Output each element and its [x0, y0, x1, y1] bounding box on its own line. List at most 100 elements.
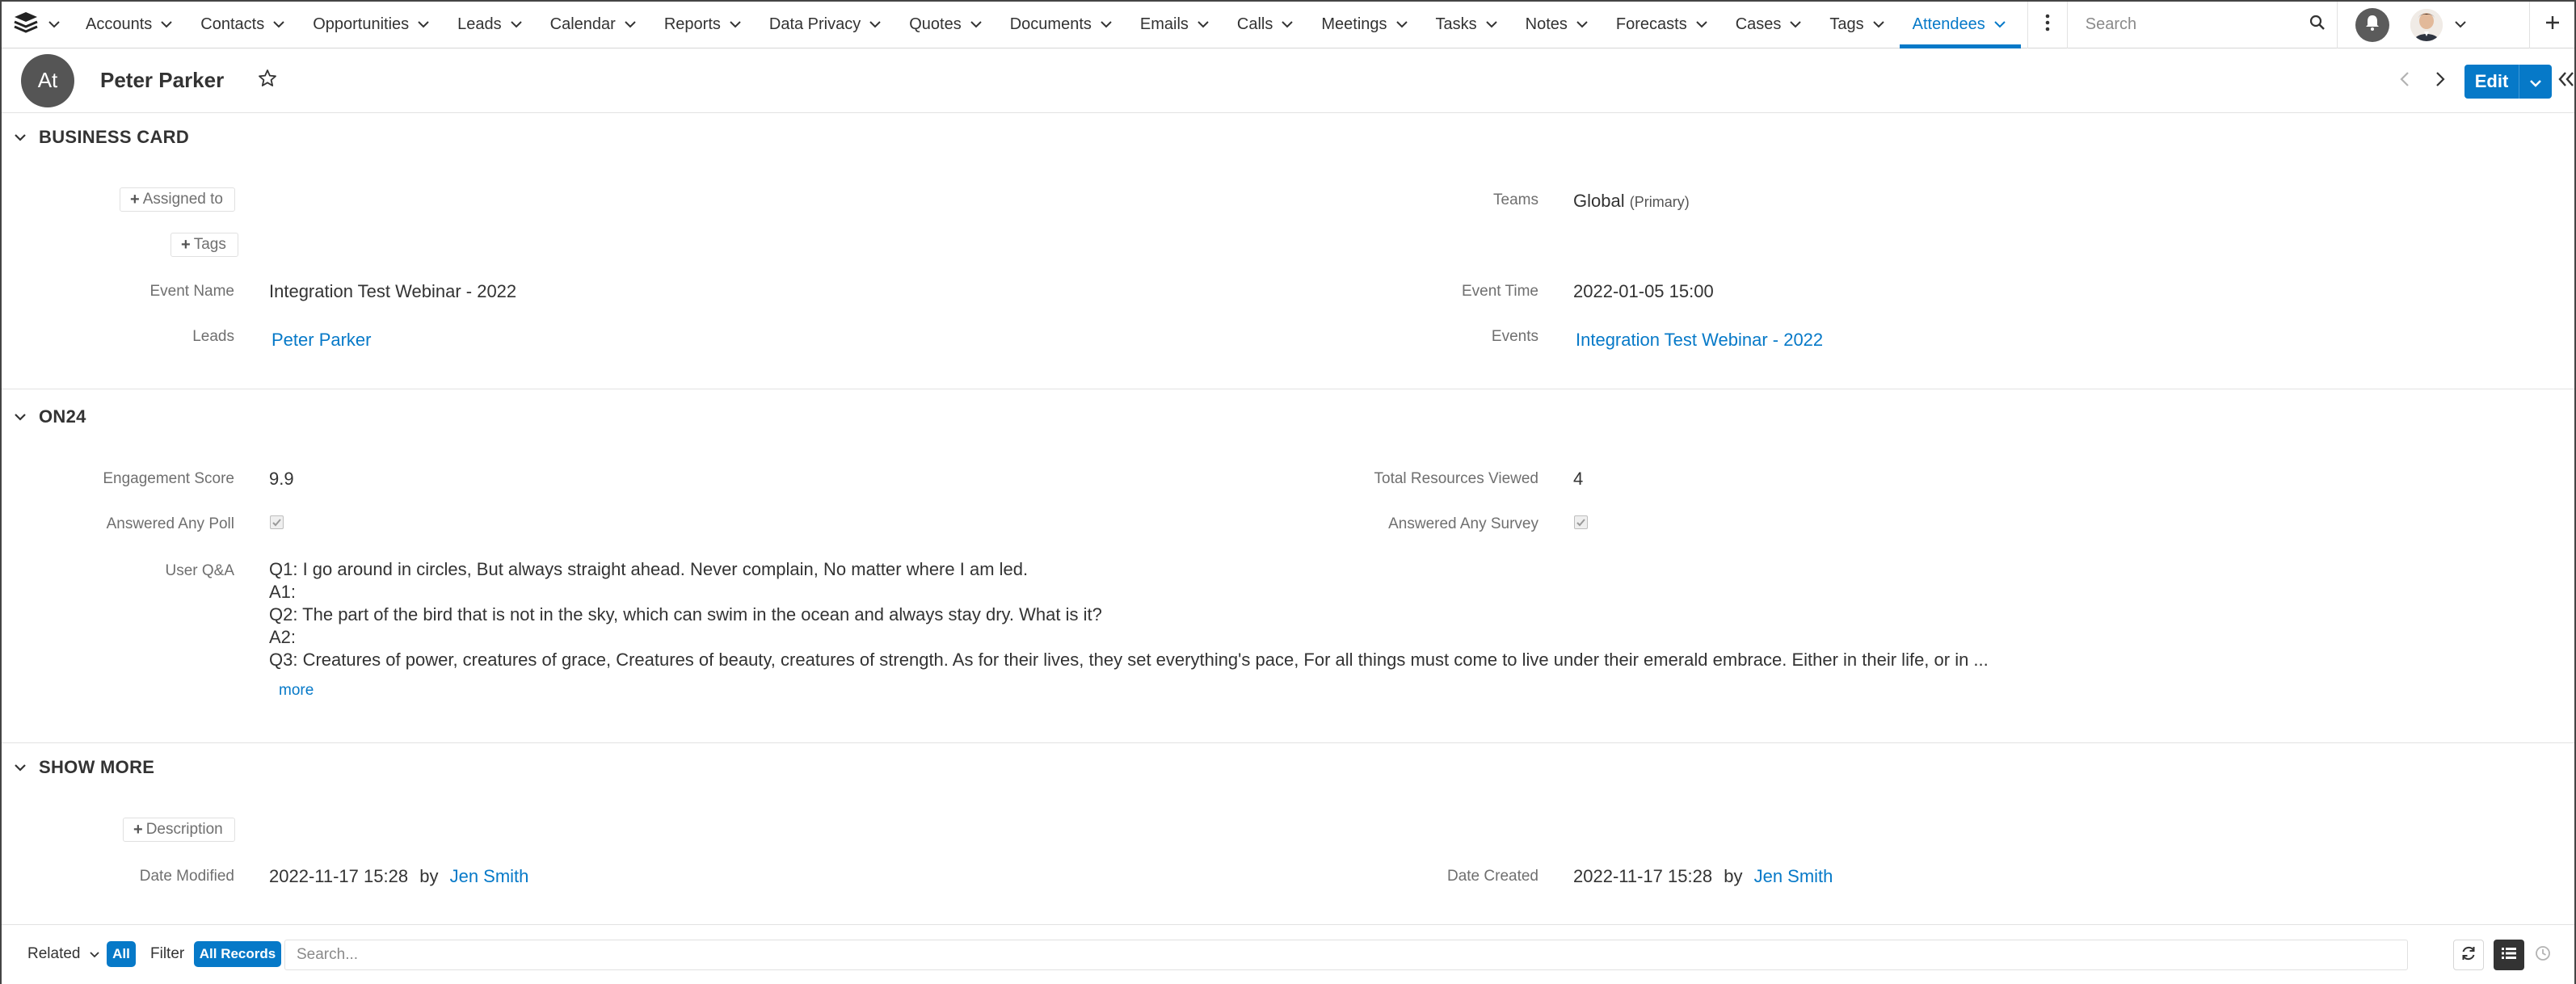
date-created-value: 2022-11-17 15:28 by Jen Smith: [1573, 866, 1833, 887]
nav-tab-calendar[interactable]: Calendar: [537, 2, 651, 48]
events-link[interactable]: Integration Test Webinar - 2022: [1576, 330, 1823, 351]
chevron-left-icon: [2400, 71, 2410, 91]
vertical-ellipsis-icon: [2045, 14, 2050, 36]
chevron-down-icon: [90, 945, 99, 962]
nav-tab-cases[interactable]: Cases: [1723, 2, 1817, 48]
leads-link[interactable]: Peter Parker: [271, 330, 372, 351]
qa-line: Q2: The part of the bird that is not in …: [269, 604, 1102, 624]
nav-tab-quotes[interactable]: Quotes: [896, 2, 996, 48]
toggle-sidebar-button[interactable]: [2557, 65, 2576, 97]
add-tags-button[interactable]: + Tags: [170, 233, 238, 257]
show-more-toggle[interactable]: SHOW MORE: [11, 743, 154, 792]
nav-tab-label: Quotes: [909, 15, 962, 33]
nav-tab-attendees[interactable]: Attendees: [1899, 2, 2021, 48]
global-search: [2068, 1, 2338, 48]
chevron-down-icon[interactable]: [1871, 17, 1887, 33]
nav-tab-tasks[interactable]: Tasks: [1423, 2, 1513, 48]
list-view-button[interactable]: [2494, 940, 2524, 970]
user-menu[interactable]: [2389, 8, 2469, 41]
on24-toggle[interactable]: ON24: [11, 393, 86, 441]
add-description-button[interactable]: + Description: [123, 818, 235, 842]
chevron-down-icon[interactable]: [1694, 17, 1710, 33]
star-icon: [258, 69, 277, 92]
nav-tab-reports[interactable]: Reports: [651, 2, 756, 48]
nav-tab-label: Opportunities: [313, 15, 410, 33]
app-logo-menu[interactable]: [13, 2, 61, 48]
edit-actions-dropdown[interactable]: [2519, 71, 2552, 92]
quick-create-button[interactable]: [2529, 1, 2574, 48]
nav-tab-label: Accounts: [86, 15, 153, 33]
chevron-down-icon[interactable]: [1195, 17, 1211, 33]
business-card-toggle[interactable]: BUSINESS CARD: [11, 113, 189, 162]
nav-tab-accounts[interactable]: Accounts: [73, 2, 187, 48]
related-dropdown[interactable]: Related: [27, 945, 99, 963]
subpanel-search-input[interactable]: [295, 945, 2407, 965]
modified-by-link[interactable]: Jen Smith: [450, 866, 529, 886]
previous-record-button[interactable]: [2392, 66, 2418, 95]
date-created-label: Date Created: [1446, 868, 1538, 885]
chevron-down-icon[interactable]: [1098, 17, 1114, 33]
nav-tab-notes[interactable]: Notes: [1513, 2, 1603, 48]
nav-tab-label: Reports: [663, 15, 721, 33]
add-assigned-to-button[interactable]: + Assigned to: [120, 187, 235, 212]
list-icon: [2501, 946, 2517, 965]
nav-tab-tags[interactable]: Tags: [1816, 2, 1899, 48]
more-modules-button[interactable]: [2027, 1, 2068, 48]
search-icon[interactable]: [2309, 15, 2326, 35]
edit-button-group: Edit: [2464, 65, 2552, 99]
nav-tab-label: Calls: [1236, 15, 1273, 33]
panel-title: BUSINESS CARD: [39, 127, 190, 147]
nav-tab-documents[interactable]: Documents: [997, 2, 1127, 48]
nav-tab-contacts[interactable]: Contacts: [187, 2, 300, 48]
chevron-down-icon[interactable]: [622, 17, 638, 33]
engagement-score-value: 9.9: [269, 469, 294, 489]
nav-tab-forecasts[interactable]: Forecasts: [1603, 2, 1723, 48]
chevron-down-icon[interactable]: [158, 17, 175, 33]
nav-tab-data-privacy[interactable]: Data Privacy: [756, 2, 896, 48]
chevron-down-icon[interactable]: [1279, 17, 1295, 33]
activity-stream-button[interactable]: [2529, 940, 2557, 970]
next-record-button[interactable]: [2427, 66, 2453, 95]
bell-icon: [2364, 14, 2380, 36]
chevron-down-icon[interactable]: [1574, 17, 1590, 33]
nav-tab-label: Meetings: [1321, 15, 1387, 33]
chevron-down-icon[interactable]: [968, 17, 984, 33]
more-link[interactable]: more: [279, 682, 314, 700]
record-avatar: At: [21, 53, 74, 107]
chevron-down-icon[interactable]: [1992, 17, 2008, 33]
nav-tab-meetings[interactable]: Meetings: [1308, 2, 1422, 48]
all-records-filter-pill[interactable]: All Records: [194, 941, 281, 967]
nav-tab-leads[interactable]: Leads: [444, 2, 537, 48]
plus-icon: [2544, 15, 2561, 35]
chevron-down-icon[interactable]: [867, 17, 883, 33]
chevron-down-icon[interactable]: [727, 17, 743, 33]
plus-icon: +: [181, 235, 191, 254]
tags-label: Tags: [193, 236, 226, 253]
by-label: by: [419, 866, 439, 886]
nav-tab-label: Leads: [457, 15, 502, 33]
created-by-link[interactable]: Jen Smith: [1754, 866, 1833, 886]
chevron-down-icon[interactable]: [1787, 17, 1804, 33]
chevron-down-icon[interactable]: [1484, 17, 1500, 33]
event-time-value: 2022-01-05 15:00: [1573, 281, 1714, 301]
notifications-button[interactable]: [2355, 7, 2389, 42]
edit-button[interactable]: Edit: [2464, 65, 2519, 99]
favorite-button[interactable]: [256, 69, 279, 92]
nav-tab-opportunities[interactable]: Opportunities: [300, 2, 444, 48]
nav-tab-emails[interactable]: Emails: [1127, 2, 1224, 48]
nav-tab-calls[interactable]: Calls: [1224, 2, 1308, 48]
teams-name: Global: [1573, 191, 1625, 211]
refresh-button[interactable]: [2453, 940, 2484, 970]
related-all-pill[interactable]: All: [107, 941, 136, 967]
qa-line: Q3: Creatures of power, creatures of gra…: [269, 650, 1989, 670]
chevron-down-icon[interactable]: [415, 17, 431, 33]
nav-tab-label: Calendar: [549, 15, 616, 33]
chevron-down-icon[interactable]: [508, 17, 524, 33]
chevron-down-icon: [2529, 71, 2542, 92]
description-label: Description: [145, 821, 223, 838]
related-label: Related: [27, 945, 81, 962]
chevron-down-icon[interactable]: [271, 17, 287, 33]
assigned-to-label: Assigned to: [142, 191, 223, 208]
global-search-input[interactable]: [2083, 15, 2309, 35]
chevron-down-icon[interactable]: [1394, 17, 1410, 33]
